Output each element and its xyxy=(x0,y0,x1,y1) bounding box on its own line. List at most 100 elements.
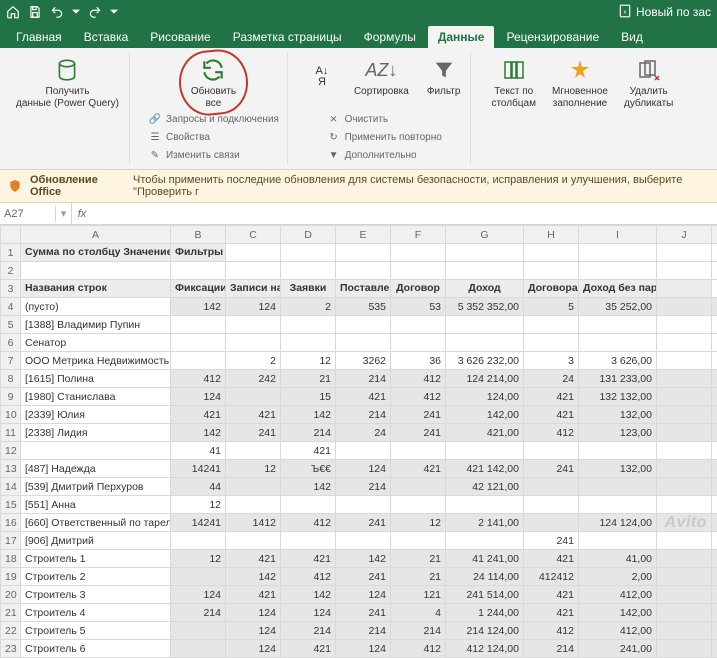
cell[interactable]: 412,00 xyxy=(579,622,657,640)
cell[interactable] xyxy=(281,244,336,262)
cell[interactable]: 2,00 xyxy=(579,568,657,586)
cell[interactable]: 421 xyxy=(226,406,281,424)
cell[interactable]: 421 xyxy=(524,388,579,406)
cell[interactable] xyxy=(579,316,657,334)
cell[interactable]: 421 xyxy=(524,586,579,604)
cell[interactable]: Строитель 3 xyxy=(21,586,171,604)
col-header[interactable]: F xyxy=(391,226,446,244)
cell[interactable] xyxy=(226,388,281,406)
column-headers[interactable]: A B C D E F G H I J K xyxy=(1,226,717,244)
cell[interactable]: 2 xyxy=(226,352,281,370)
cell[interactable] xyxy=(657,496,712,514)
tab-view[interactable]: Вид xyxy=(611,26,653,48)
col-header[interactable]: A xyxy=(21,226,171,244)
cell[interactable]: 2 xyxy=(281,298,336,316)
cell[interactable]: Доход xyxy=(446,280,524,298)
cell[interactable] xyxy=(657,352,712,370)
cell[interactable]: 421 xyxy=(524,406,579,424)
worksheet[interactable]: A B C D E F G H I J K 1Сумма по столбцу … xyxy=(0,225,717,658)
cell[interactable]: 412,00 xyxy=(579,586,657,604)
cell[interactable] xyxy=(579,334,657,352)
cell[interactable]: [2339] Юлия xyxy=(21,406,171,424)
cell[interactable]: 21 xyxy=(391,568,446,586)
cell[interactable]: 535 xyxy=(336,298,391,316)
cell[interactable]: 132,00 xyxy=(579,460,657,478)
home-icon[interactable] xyxy=(6,5,20,19)
cell[interactable] xyxy=(657,406,712,424)
cell[interactable]: 214 xyxy=(524,640,579,658)
cell[interactable] xyxy=(336,316,391,334)
cell[interactable]: 241,00 xyxy=(579,640,657,658)
cell[interactable]: 35 252,00 xyxy=(579,298,657,316)
cell[interactable] xyxy=(524,316,579,334)
cell[interactable]: 3 xyxy=(524,352,579,370)
cell[interactable] xyxy=(171,352,226,370)
text-to-columns-button[interactable]: Текст по столбцам xyxy=(485,54,542,111)
cell[interactable]: 44 xyxy=(171,478,226,496)
row-header[interactable]: 20 xyxy=(1,586,21,604)
cell[interactable]: [1615] Полина xyxy=(21,370,171,388)
cell[interactable]: 412 xyxy=(391,388,446,406)
cell[interactable]: [660] Ответственный по тарелкам xyxy=(21,514,171,532)
edit-links-button[interactable]: ✎Изменить связи xyxy=(144,147,283,163)
col-header[interactable]: C xyxy=(226,226,281,244)
cell[interactable]: 15 xyxy=(281,388,336,406)
reapply-button[interactable]: ↻Применить повторно xyxy=(323,129,446,145)
remove-duplicates-button[interactable]: Удалить дубликаты xyxy=(618,54,679,111)
get-data-button[interactable]: Получить данные (Power Query) xyxy=(10,54,125,111)
cell[interactable] xyxy=(524,244,579,262)
cell[interactable]: 124 214,00 xyxy=(446,370,524,388)
cell[interactable] xyxy=(579,442,657,460)
col-header[interactable]: K xyxy=(712,226,717,244)
cell[interactable]: (пусто) xyxy=(21,298,171,316)
cell[interactable] xyxy=(657,586,712,604)
cell[interactable] xyxy=(712,514,717,532)
cell[interactable] xyxy=(226,334,281,352)
row-header[interactable]: 2 xyxy=(1,262,21,280)
fx-icon[interactable]: fx xyxy=(72,208,92,220)
cell[interactable] xyxy=(391,262,446,280)
col-header[interactable]: H xyxy=(524,226,579,244)
row-header[interactable]: 4 xyxy=(1,298,21,316)
cell[interactable] xyxy=(171,532,226,550)
cell[interactable]: 421 xyxy=(524,604,579,622)
cell[interactable]: 142 xyxy=(281,478,336,496)
col-header[interactable]: G xyxy=(446,226,524,244)
cell[interactable] xyxy=(712,550,717,568)
cell[interactable] xyxy=(712,640,717,658)
cell[interactable] xyxy=(171,568,226,586)
cell[interactable] xyxy=(712,262,717,280)
cell[interactable]: [1980] Станислава xyxy=(21,388,171,406)
cell[interactable] xyxy=(446,316,524,334)
row-header[interactable]: 18 xyxy=(1,550,21,568)
cell[interactable]: 36 xyxy=(391,352,446,370)
cell[interactable] xyxy=(446,496,524,514)
cell[interactable]: 142 xyxy=(226,568,281,586)
cell[interactable] xyxy=(712,586,717,604)
cell[interactable]: 5 352 352,00 xyxy=(446,298,524,316)
row-header[interactable]: 19 xyxy=(1,568,21,586)
cell[interactable]: 412 124,00 xyxy=(446,640,524,658)
cell[interactable]: 412 xyxy=(524,424,579,442)
name-box-dropdown[interactable]: ▾ xyxy=(56,203,72,224)
cell[interactable]: 421 xyxy=(524,550,579,568)
cell[interactable] xyxy=(391,316,446,334)
cell[interactable] xyxy=(712,622,717,640)
properties-button[interactable]: ☰Свойства xyxy=(144,129,283,145)
row-header[interactable]: 5 xyxy=(1,316,21,334)
cell[interactable]: [2338] Лидия xyxy=(21,424,171,442)
cell[interactable] xyxy=(657,334,712,352)
row-header[interactable]: 23 xyxy=(1,640,21,658)
cell[interactable] xyxy=(226,316,281,334)
cell[interactable]: 421 142,00 xyxy=(446,460,524,478)
cell[interactable] xyxy=(391,334,446,352)
cell[interactable] xyxy=(657,262,712,280)
cell[interactable] xyxy=(336,334,391,352)
cell[interactable]: 421 xyxy=(281,442,336,460)
cell[interactable]: 421 xyxy=(226,550,281,568)
tab-review[interactable]: Рецензирование xyxy=(496,26,609,48)
row-header[interactable]: 17 xyxy=(1,532,21,550)
cell[interactable]: 421 xyxy=(171,406,226,424)
queries-connections-button[interactable]: 🔗Запросы и подключения xyxy=(144,111,283,127)
row-header[interactable]: 10 xyxy=(1,406,21,424)
